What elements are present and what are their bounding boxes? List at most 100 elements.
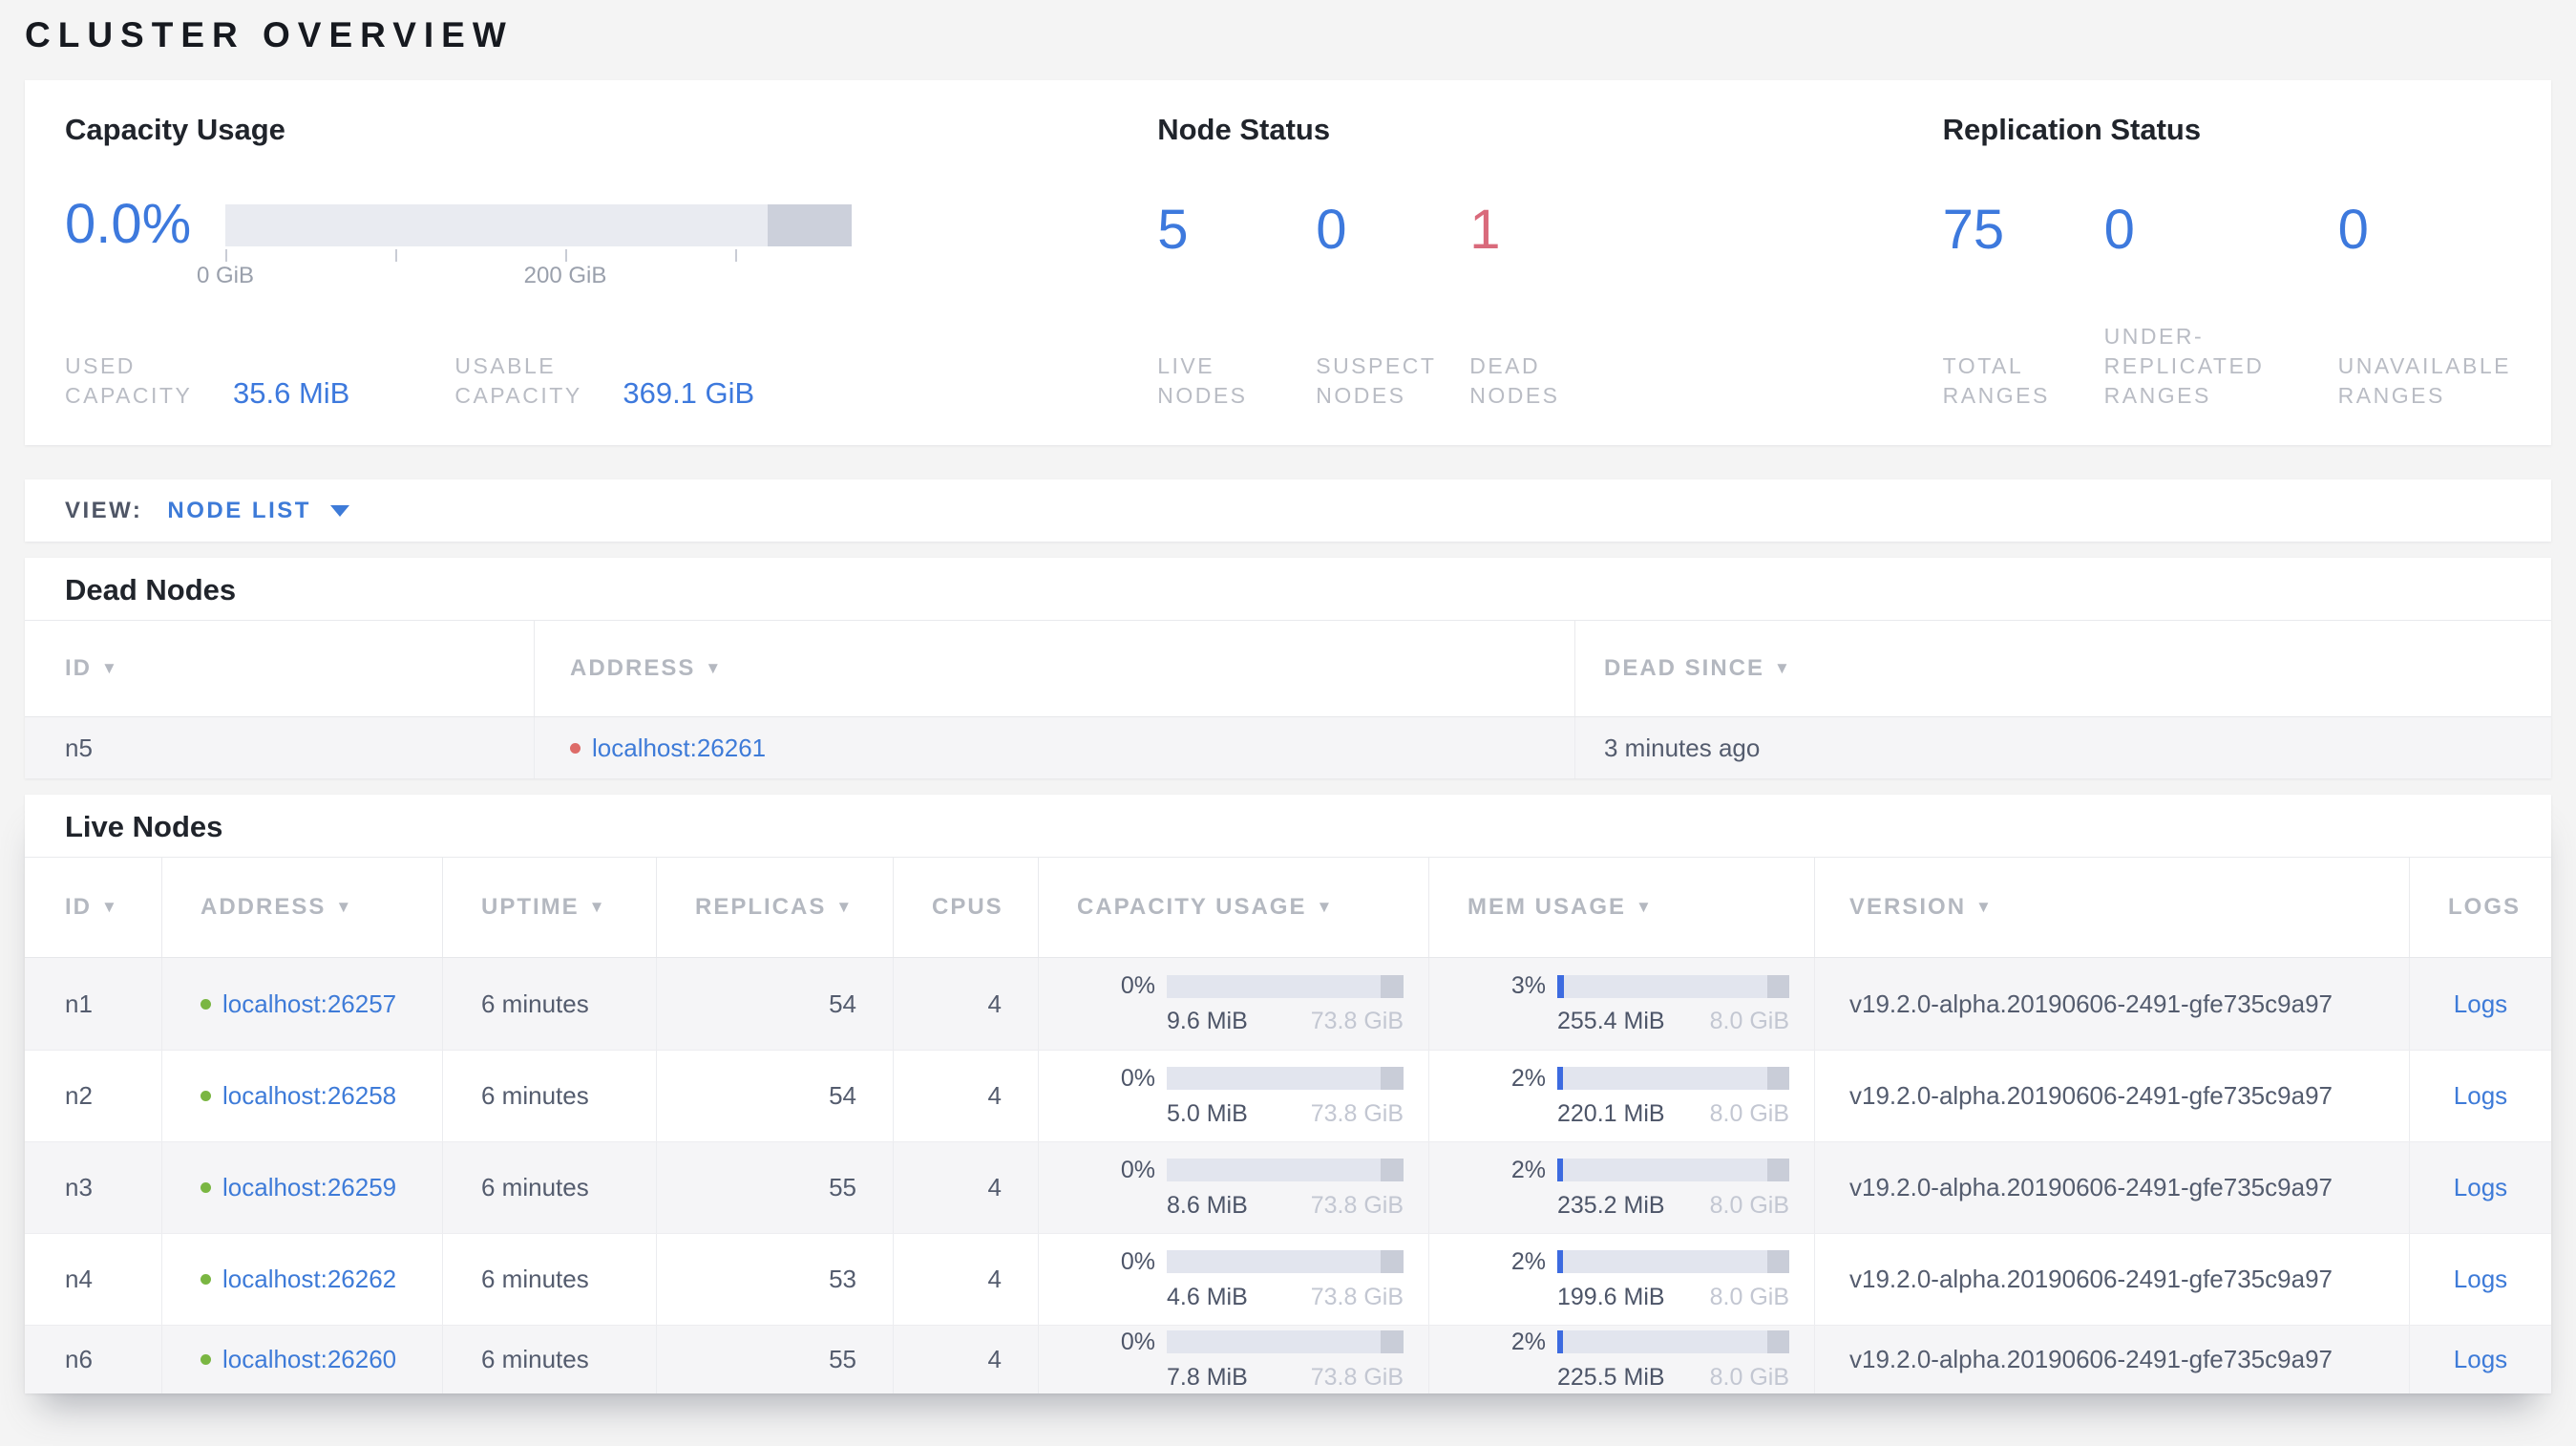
cell-capacity-usage: 0% 8.6 MiB 73.8 GiB bbox=[1039, 1142, 1429, 1233]
logs-link[interactable]: Logs bbox=[2454, 1345, 2507, 1374]
dead-nodes-count: 1 bbox=[1469, 199, 1501, 261]
capacity-percent: 0% bbox=[1120, 1156, 1155, 1183]
live-status-dot bbox=[201, 1274, 211, 1285]
capacity-usage-chart: 0% 9.6 MiB 73.8 GiB bbox=[1079, 972, 1404, 1035]
mem-bar-reserved-segment bbox=[1766, 1159, 1789, 1181]
cell-address: localhost:26262 bbox=[162, 1234, 443, 1325]
live-status-dot bbox=[201, 1354, 211, 1365]
mem-percent: 3% bbox=[1510, 972, 1546, 999]
sort-descending-icon: ▼ bbox=[1975, 898, 1994, 916]
mem-bar-fill bbox=[1557, 1067, 1563, 1090]
column-header-mem-usage[interactable]: MEM USAGE ▼ bbox=[1429, 858, 1815, 957]
mem-total-value: 8.0 GiB bbox=[1709, 1363, 1789, 1391]
live-node-row: n3 localhost:26259 6 minutes 55 4 0% 8.6 MiB 73… bbox=[25, 1141, 2551, 1233]
column-header-id[interactable]: ID ▼ bbox=[25, 621, 535, 716]
logs-link[interactable]: Logs bbox=[2454, 989, 2507, 1019]
column-header-id[interactable]: ID ▼ bbox=[25, 858, 162, 957]
mem-usage-chart: 2% 199.6 MiB 8.0 GiB bbox=[1469, 1248, 1789, 1311]
axis-tick bbox=[395, 249, 397, 262]
node-address-link[interactable]: localhost:26259 bbox=[222, 1173, 396, 1202]
cell-mem-usage: 2% 199.6 MiB 8.0 GiB bbox=[1429, 1234, 1815, 1325]
cell-version: v19.2.0-alpha.20190606-2491-gfe735c9a97 bbox=[1815, 1142, 2410, 1233]
capacity-bar-reserved-segment bbox=[1381, 1330, 1404, 1353]
column-header-address[interactable]: ADDRESS ▼ bbox=[162, 858, 443, 957]
cell-address: localhost:26260 bbox=[162, 1326, 443, 1393]
column-header-version[interactable]: VERSION ▼ bbox=[1815, 858, 2410, 957]
dead-node-row: n5 localhost:26261 3 minutes ago bbox=[25, 717, 2551, 778]
dead-nodes-header-row: ID ▼ ADDRESS ▼ DEAD SINCE ▼ bbox=[25, 621, 2551, 717]
mem-bar-track bbox=[1557, 974, 1789, 998]
column-header-address[interactable]: ADDRESS ▼ bbox=[535, 621, 1575, 716]
mem-total-value: 8.0 GiB bbox=[1709, 1008, 1789, 1034]
cell-logs: Logs bbox=[2410, 1234, 2551, 1325]
cell-address: localhost:26261 bbox=[535, 717, 1575, 778]
cell-version: v19.2.0-alpha.20190606-2491-gfe735c9a97 bbox=[1815, 1051, 2410, 1141]
total-ranges-count: 75 bbox=[1942, 199, 2005, 261]
column-header-capacity-usage[interactable]: CAPACITY USAGE ▼ bbox=[1039, 858, 1429, 957]
view-selector-bar: VIEW: NODE LIST bbox=[25, 479, 2551, 542]
node-address-link[interactable]: localhost:26257 bbox=[222, 989, 396, 1019]
sort-descending-icon: ▼ bbox=[1774, 659, 1792, 677]
sort-descending-icon: ▼ bbox=[588, 898, 607, 916]
capacity-bar-reserved-segment bbox=[768, 204, 852, 246]
column-header-dead-since[interactable]: DEAD SINCE ▼ bbox=[1575, 621, 2551, 716]
suspect-nodes-label: SUSPECT NODES bbox=[1316, 353, 1436, 408]
mem-usage-chart: 2% 220.1 MiB 8.0 GiB bbox=[1469, 1065, 1789, 1128]
column-header-label: CAPACITY USAGE bbox=[1077, 894, 1307, 920]
logs-link[interactable]: Logs bbox=[2454, 1265, 2507, 1294]
capacity-stats: USED CAPACITY 35.6 MiB USABLE CAPACITY 3… bbox=[65, 351, 1157, 411]
cell-capacity-usage: 0% 5.0 MiB 73.8 GiB bbox=[1039, 1051, 1429, 1141]
mem-used-value: 235.2 MiB bbox=[1557, 1191, 1665, 1219]
cluster-summary-card: Capacity Usage 0.0% 0 GiB 200 GiB USED C… bbox=[25, 80, 2551, 445]
column-header-replicas[interactable]: REPLICAS ▼ bbox=[657, 858, 894, 957]
cell-capacity-usage: 0% 7.8 MiB 73.8 GiB bbox=[1039, 1326, 1429, 1393]
logs-link[interactable]: Logs bbox=[2454, 1173, 2507, 1202]
column-header-uptime[interactable]: UPTIME ▼ bbox=[443, 858, 657, 957]
column-header-logs: LOGS bbox=[2410, 858, 2551, 957]
node-address-link[interactable]: localhost:26260 bbox=[222, 1345, 396, 1374]
axis-tick bbox=[225, 249, 227, 262]
cell-mem-usage: 2% 235.2 MiB 8.0 GiB bbox=[1429, 1142, 1815, 1233]
column-header-label: LOGS bbox=[2448, 894, 2522, 920]
cell-uptime: 6 minutes bbox=[443, 1234, 657, 1325]
node-address-link[interactable]: localhost:26261 bbox=[592, 734, 766, 763]
cell-replicas: 54 bbox=[657, 1051, 894, 1141]
column-header-label: MEM USAGE bbox=[1467, 894, 1627, 920]
axis-label-200gib: 200 GiB bbox=[523, 263, 607, 288]
view-dropdown-value: NODE LIST bbox=[167, 497, 311, 523]
cell-id: n6 bbox=[25, 1326, 162, 1393]
cell-uptime: 6 minutes bbox=[443, 1142, 657, 1233]
mem-bar-reserved-segment bbox=[1766, 974, 1789, 998]
node-address-link[interactable]: localhost:26258 bbox=[222, 1081, 396, 1111]
cell-replicas: 53 bbox=[657, 1234, 894, 1325]
cell-logs: Logs bbox=[2410, 1142, 2551, 1233]
mem-total-value: 8.0 GiB bbox=[1709, 1283, 1789, 1310]
dead-nodes-card: Dead Nodes ID ▼ ADDRESS ▼ DEAD SINCE ▼ n5 loca… bbox=[25, 558, 2551, 778]
mem-used-value: 220.1 MiB bbox=[1557, 1099, 1665, 1127]
node-address-link[interactable]: localhost:26262 bbox=[222, 1265, 396, 1294]
replication-values: 75 0 0 bbox=[1943, 201, 2511, 260]
column-header-label: REPLICAS bbox=[695, 894, 827, 920]
capacity-total-value: 73.8 GiB bbox=[1310, 1283, 1404, 1310]
mem-total-value: 8.0 GiB bbox=[1709, 1191, 1789, 1219]
live-nodes-count: 5 bbox=[1157, 199, 1189, 261]
live-node-row: n4 localhost:26262 6 minutes 53 4 0% 4.6 MiB 73… bbox=[25, 1233, 2551, 1325]
capacity-total-value: 73.8 GiB bbox=[1310, 1099, 1404, 1127]
mem-total-value: 8.0 GiB bbox=[1709, 1099, 1789, 1127]
cell-capacity-usage: 0% 4.6 MiB 73.8 GiB bbox=[1039, 1234, 1429, 1325]
node-status-labels: LIVE NODES SUSPECT NODES DEAD NODES bbox=[1157, 351, 1942, 411]
live-status-dot bbox=[201, 1182, 211, 1193]
cell-id: n3 bbox=[25, 1142, 162, 1233]
cell-cpus: 4 bbox=[894, 1234, 1039, 1325]
capacity-usage-chart: 0% 7.8 MiB 73.8 GiB bbox=[1079, 1329, 1404, 1392]
capacity-axis-labels: 0 GiB 200 GiB bbox=[197, 263, 852, 291]
view-dropdown[interactable]: NODE LIST bbox=[167, 498, 349, 524]
cell-cpus: 4 bbox=[894, 958, 1039, 1050]
mem-used-value: 199.6 MiB bbox=[1557, 1283, 1665, 1310]
sort-descending-icon: ▼ bbox=[101, 898, 119, 916]
dead-nodes-title: Dead Nodes bbox=[25, 558, 2551, 621]
logs-link[interactable]: Logs bbox=[2454, 1081, 2507, 1111]
cell-capacity-usage: 0% 9.6 MiB 73.8 GiB bbox=[1039, 958, 1429, 1050]
capacity-percent: 0% bbox=[1120, 972, 1155, 999]
capacity-used-value: 9.6 MiB bbox=[1167, 1008, 1248, 1034]
